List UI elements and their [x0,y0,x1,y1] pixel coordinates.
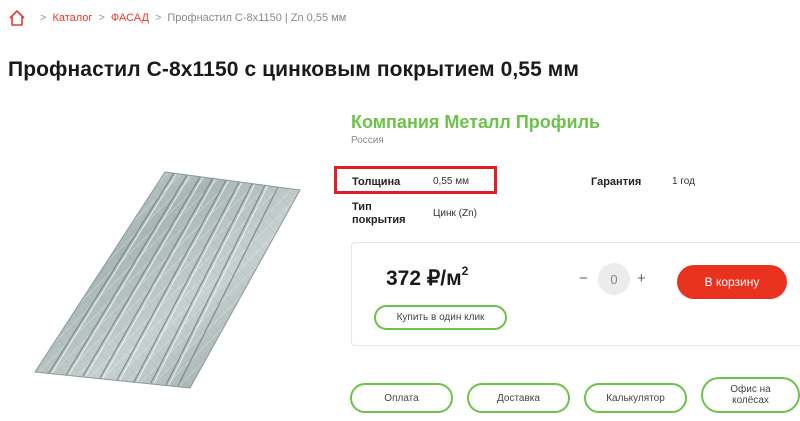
page-title: Профнастил С-8х1150 с цинковым покрытием… [8,58,580,81]
breadcrumb-separator: > [40,12,47,24]
company-name[interactable]: Компания Металл Профиль [351,112,600,133]
home-icon[interactable] [8,9,26,27]
breadcrumb-separator: > [154,12,162,24]
office-on-wheels-button[interactable]: Офис на колёсах [701,377,800,413]
quantity-value[interactable]: 0 [598,263,630,295]
quantity-decrease-button[interactable]: − [579,270,588,287]
price-value: 372 ₽/м [386,267,462,290]
delivery-button[interactable]: Доставка [467,383,570,413]
breadcrumb-separator: > [98,12,105,24]
product-image[interactable] [0,110,330,400]
office-on-wheels-line2: колёсах [732,395,769,406]
price-unit-superscript: 2 [461,264,469,278]
coating-label-line1: Тип [352,201,372,213]
thickness-label: Толщина [352,176,401,188]
coating-value: Цинк (Zn) [433,208,477,219]
thickness-value: 0,55 мм [433,176,469,187]
breadcrumb-current: Профнастил С-8х1150 | Zn 0,55 мм [167,12,347,24]
company-country: Россия [351,135,384,146]
buy-one-click-button[interactable]: Купить в один клик [374,305,507,330]
breadcrumb-facade-link[interactable]: ФАСАД [111,12,149,24]
price: 372 ₽/м2 [386,264,469,291]
warranty-label: Гарантия [591,176,642,188]
quantity-increase-button[interactable]: + [637,270,646,287]
breadcrumb-catalog-link[interactable]: Каталог [52,12,92,24]
coating-label-line2: покрытия [352,214,406,226]
calculator-button[interactable]: Калькулятор [584,383,687,413]
payment-button[interactable]: Оплата [350,383,453,413]
breadcrumb: > Каталог > ФАСАД > Профнастил С-8х1150 … [8,8,346,28]
warranty-value: 1 год [672,176,695,187]
office-on-wheels-line1: Офис на [730,384,771,395]
add-to-cart-button[interactable]: В корзину [677,265,787,299]
